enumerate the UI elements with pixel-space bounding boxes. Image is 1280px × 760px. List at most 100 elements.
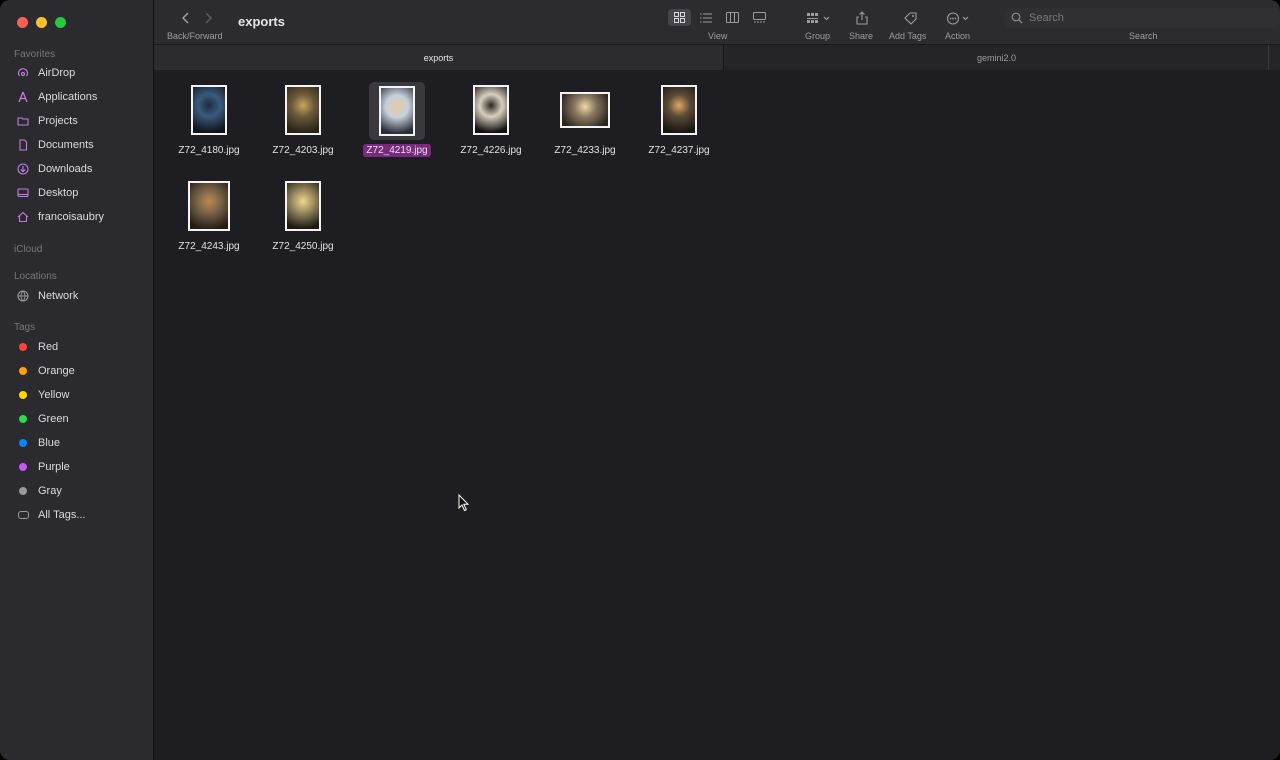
folder-icon <box>16 114 30 128</box>
sidebar-item-label: Applications <box>38 91 98 103</box>
sidebar-tag-blue[interactable]: Blue <box>10 432 146 454</box>
image-thumbnail <box>560 92 610 128</box>
yellow-tag-dot-icon <box>19 391 27 399</box>
sidebar-item-label: Gray <box>38 485 62 497</box>
file-name: Z72_4243.jpg <box>178 241 240 252</box>
back-button[interactable] <box>178 10 194 26</box>
list-icon <box>699 13 712 22</box>
column-view-button[interactable] <box>721 9 744 26</box>
favorites-header: Favorites <box>14 49 56 60</box>
file-item[interactable]: Z72_4250.jpg <box>256 170 350 262</box>
sidebar-tag-purple[interactable]: Purple <box>10 456 146 478</box>
sidebar-tag-all-tags[interactable]: All Tags... <box>10 504 146 526</box>
search-label: Search <box>1129 31 1158 41</box>
applications-icon <box>16 90 30 104</box>
file-item[interactable]: Z72_4243.jpg <box>162 170 256 262</box>
sidebar-item-airdrop[interactable]: AirDrop <box>10 62 146 84</box>
gray-tag-dot-icon <box>19 487 27 495</box>
download-icon <box>16 162 30 176</box>
file-name: Z72_4203.jpg <box>272 145 334 156</box>
image-thumbnail <box>188 181 230 231</box>
finder-window: Favorites AirDrop Applications Projects … <box>0 0 1280 760</box>
orange-tag-dot-icon <box>19 367 27 375</box>
columns-icon <box>726 12 739 23</box>
tag-icon <box>903 11 917 25</box>
sidebar: Favorites AirDrop Applications Projects … <box>0 0 154 760</box>
window-controls <box>17 17 66 28</box>
search-input[interactable] <box>1029 12 1259 24</box>
sidebar-item-projects[interactable]: Projects <box>10 110 146 132</box>
image-thumbnail <box>191 85 227 135</box>
file-item[interactable]: Z72_4237.jpg <box>632 74 726 166</box>
action-button[interactable] <box>946 10 972 26</box>
grid-icon <box>674 12 685 23</box>
minimize-button[interactable] <box>36 17 47 28</box>
sidebar-item-desktop[interactable]: Desktop <box>10 182 146 204</box>
forward-button[interactable] <box>200 10 216 26</box>
tab-gemini[interactable]: gemini2.0 <box>723 45 1269 70</box>
file-item-selected[interactable]: Z72_4219.jpg <box>350 74 444 166</box>
purple-tag-dot-icon <box>19 463 27 471</box>
file-item[interactable]: Z72_4226.jpg <box>444 74 538 166</box>
sidebar-item-label: Downloads <box>38 163 93 175</box>
image-thumbnail <box>661 85 697 135</box>
sidebar-item-applications[interactable]: Applications <box>10 86 146 108</box>
tab-exports[interactable]: exports <box>154 45 723 70</box>
file-name: Z72_4226.jpg <box>460 145 522 156</box>
sidebar-item-home[interactable]: francoisaubry <box>10 206 146 228</box>
airdrop-icon <box>16 66 30 80</box>
image-thumbnail <box>379 86 415 136</box>
file-name: Z72_4237.jpg <box>648 145 710 156</box>
icon-view-button[interactable] <box>668 9 691 26</box>
tab-bar: exports gemini2.0 <box>154 44 1280 70</box>
all-tags-icon <box>17 511 29 519</box>
share-button[interactable] <box>855 10 869 26</box>
close-button[interactable] <box>17 17 28 28</box>
file-name: Z72_4250.jpg <box>272 241 334 252</box>
add-tags-button[interactable] <box>903 10 917 26</box>
sidebar-item-label: Projects <box>38 115 78 127</box>
file-item[interactable]: Z72_4233.jpg <box>538 74 632 166</box>
zoom-button[interactable] <box>55 17 66 28</box>
sidebar-tag-green[interactable]: Green <box>10 408 146 430</box>
green-tag-dot-icon <box>19 415 27 423</box>
file-name: Z72_4180.jpg <box>178 145 240 156</box>
chevron-right-icon <box>205 12 212 24</box>
sidebar-item-network[interactable]: Network <box>10 285 146 307</box>
search-box[interactable] <box>1005 8 1280 28</box>
sidebar-item-label: Orange <box>38 365 75 377</box>
chevron-left-icon <box>182 12 189 24</box>
add-tags-label: Add Tags <box>889 31 927 41</box>
sidebar-tag-orange[interactable]: Orange <box>10 360 146 382</box>
gallery-icon <box>753 12 766 23</box>
group-label: Group <box>805 31 831 41</box>
sidebar-item-label: Blue <box>38 437 61 449</box>
list-view-button[interactable] <box>694 9 717 26</box>
file-grid: Z72_4180.jpg Z72_4203.jpg Z72_4219.jpg Z… <box>154 70 1280 760</box>
sidebar-item-label: All Tags... <box>38 509 86 521</box>
locations-header: Locations <box>14 271 57 282</box>
sidebar-tag-gray[interactable]: Gray <box>10 480 146 502</box>
sidebar-item-downloads[interactable]: Downloads <box>10 158 146 180</box>
image-thumbnail <box>473 85 509 135</box>
sidebar-item-label: Red <box>38 341 59 353</box>
toolbar: Back/Forward exports View Group Share Ad… <box>154 0 1280 44</box>
group-icon <box>807 13 830 23</box>
icloud-header: iCloud <box>14 244 43 255</box>
file-item[interactable]: Z72_4180.jpg <box>162 74 256 166</box>
sidebar-item-label: francoisaubry <box>38 211 105 223</box>
sidebar-tag-yellow[interactable]: Yellow <box>10 384 146 406</box>
search-icon <box>1011 12 1023 24</box>
gallery-view-button[interactable] <box>748 9 771 26</box>
group-button[interactable] <box>806 10 832 26</box>
share-icon <box>856 11 868 25</box>
desktop-icon <box>16 186 30 200</box>
document-icon <box>16 138 30 152</box>
sidebar-tag-red[interactable]: Red <box>10 336 146 358</box>
sidebar-item-documents[interactable]: Documents <box>10 134 146 156</box>
window-title: exports <box>238 14 285 29</box>
sidebar-item-label: Network <box>38 290 79 302</box>
sidebar-item-label: Desktop <box>38 187 79 199</box>
sidebar-item-label: AirDrop <box>38 67 76 79</box>
file-item[interactable]: Z72_4203.jpg <box>256 74 350 166</box>
